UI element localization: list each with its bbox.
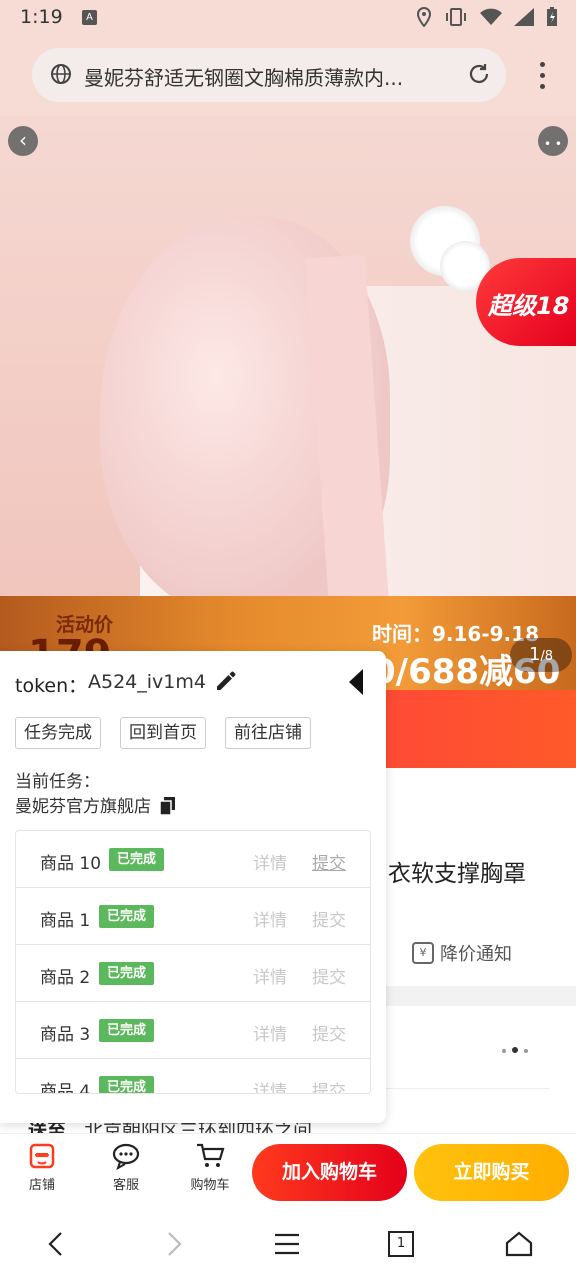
task-item-name: 商品 3 bbox=[40, 1025, 91, 1045]
yuan-icon: ¥ bbox=[412, 942, 434, 964]
home-icon[interactable] bbox=[504, 1229, 534, 1259]
go-home-button[interactable]: 回到首页 bbox=[120, 717, 206, 749]
location-icon bbox=[416, 7, 432, 27]
detail-link[interactable]: 详情 bbox=[253, 1077, 287, 1093]
collapse-icon[interactable] bbox=[346, 667, 366, 697]
status-badge: 已完成 bbox=[109, 848, 165, 871]
promo-badge-text: 超级18 bbox=[488, 292, 570, 320]
detail-link[interactable]: 详情 bbox=[253, 1020, 287, 1045]
store-icon bbox=[29, 1143, 55, 1169]
task-item-name: 商品 2 bbox=[40, 968, 91, 988]
task-row: 商品 10 已完成 详情 提交 bbox=[16, 831, 370, 888]
more-options-icon[interactable] bbox=[502, 1038, 542, 1053]
store-label: 店铺 bbox=[28, 1178, 55, 1193]
task-item-name: 商品 4 bbox=[40, 1082, 91, 1094]
service-label: 客服 bbox=[112, 1178, 139, 1193]
service-button[interactable]: 客服 bbox=[96, 1142, 156, 1193]
buy-now-button[interactable]: 立即购买 bbox=[414, 1144, 569, 1201]
task-row: 商品 1 已完成 详情 提交 bbox=[16, 888, 370, 945]
detail-link[interactable]: 详情 bbox=[253, 849, 287, 874]
status-badge: 已完成 bbox=[99, 905, 155, 928]
task-item-name: 商品 1 bbox=[40, 911, 91, 931]
status-badge: 已完成 bbox=[99, 1076, 155, 1093]
page-current: 1 bbox=[528, 644, 541, 665]
product-image[interactable]: ‹ • • 超级18 活动价 179 时间：9.16-9.18 0/688减60… bbox=[0, 116, 576, 690]
task-done-button[interactable]: 任务完成 bbox=[15, 717, 101, 749]
status-bar: 1:19 A bbox=[0, 0, 576, 36]
token-label: token： bbox=[15, 675, 88, 697]
edit-icon[interactable] bbox=[214, 669, 238, 693]
vibrate-icon bbox=[446, 8, 466, 26]
tabs-icon[interactable]: 1 bbox=[388, 1231, 414, 1257]
status-time: 1:19 bbox=[20, 6, 63, 28]
copy-icon[interactable] bbox=[160, 797, 176, 815]
task-row: 商品 3 已完成 详情 提交 bbox=[16, 1002, 370, 1059]
page-total: /8 bbox=[540, 649, 554, 664]
status-badge: 已完成 bbox=[99, 1019, 155, 1042]
add-to-cart-button[interactable]: 加入购物车 bbox=[252, 1144, 407, 1201]
submit-link[interactable]: 提交 bbox=[312, 849, 346, 874]
task-panel: token： A524_iv1m4 任务完成 回到首页 前往店铺 当前任务： 曼… bbox=[0, 651, 386, 1123]
task-row: 商品 4 已完成 详情 提交 bbox=[16, 1059, 370, 1094]
page-title[interactable]: 曼妮芬舒适无钢圈文胸棉质薄款内... bbox=[84, 62, 454, 91]
wifi-icon bbox=[480, 8, 502, 25]
notification-icon: A bbox=[82, 10, 97, 25]
task-store: 曼妮芬官方旗舰店 bbox=[15, 792, 176, 817]
reload-icon[interactable] bbox=[466, 61, 492, 87]
price-notify-button[interactable]: ¥ 降价通知 bbox=[412, 940, 512, 966]
cart-icon bbox=[197, 1143, 225, 1167]
price-notify-label: 降价通知 bbox=[440, 944, 512, 965]
menu-icon[interactable] bbox=[272, 1229, 302, 1259]
detail-link[interactable]: 详情 bbox=[253, 906, 287, 931]
cart-button[interactable]: 购物车 bbox=[180, 1142, 240, 1193]
overflow-menu-icon[interactable] bbox=[540, 62, 546, 92]
globe-icon bbox=[51, 64, 71, 84]
go-store-button[interactable]: 前往店铺 bbox=[225, 717, 311, 749]
navigation-bar: 1 bbox=[0, 1209, 576, 1280]
back-icon[interactable] bbox=[42, 1229, 72, 1259]
battery-icon bbox=[547, 7, 557, 26]
task-store-name: 曼妮芬官方旗舰店 bbox=[15, 797, 151, 817]
status-badge: 已完成 bbox=[99, 962, 155, 985]
browser-toolbar: 曼妮芬舒适无钢圈文胸棉质薄款内... bbox=[0, 36, 576, 116]
product-title: 衣软支撑胸罩 bbox=[388, 861, 526, 887]
forward-icon[interactable] bbox=[158, 1229, 188, 1259]
task-item-name: 商品 10 bbox=[40, 854, 102, 874]
store-button[interactable]: 店铺 bbox=[12, 1142, 72, 1193]
address-bar[interactable]: 曼妮芬舒适无钢圈文胸棉质薄款内... bbox=[32, 48, 506, 102]
detail-link[interactable]: 详情 bbox=[253, 963, 287, 988]
back-icon[interactable]: ‹ bbox=[8, 126, 38, 156]
submit-link[interactable]: 提交 bbox=[312, 963, 346, 988]
signal-icon bbox=[514, 8, 534, 26]
current-task-label: 当前任务： bbox=[15, 772, 100, 792]
submit-link[interactable]: 提交 bbox=[312, 906, 346, 931]
submit-link[interactable]: 提交 bbox=[312, 1077, 346, 1093]
promo-badge: 超级18 bbox=[476, 258, 576, 346]
cart-label: 购物车 bbox=[190, 1178, 230, 1193]
task-list[interactable]: 商品 10 已完成 详情 提交 商品 1 已完成 详情 提交 商品 2 已完成 … bbox=[15, 830, 371, 1094]
submit-link[interactable]: 提交 bbox=[312, 1020, 346, 1045]
status-icons bbox=[416, 7, 558, 27]
bottom-action-bar: 店铺 客服 购物车 加入购物车 立即购买 bbox=[0, 1133, 576, 1209]
image-page-indicator: 1/8 bbox=[510, 638, 572, 672]
token-value: A524_iv1m4 bbox=[88, 671, 206, 693]
chat-icon bbox=[112, 1143, 140, 1170]
task-row: 商品 2 已完成 详情 提交 bbox=[16, 945, 370, 1002]
more-icon[interactable]: • • bbox=[538, 126, 568, 156]
